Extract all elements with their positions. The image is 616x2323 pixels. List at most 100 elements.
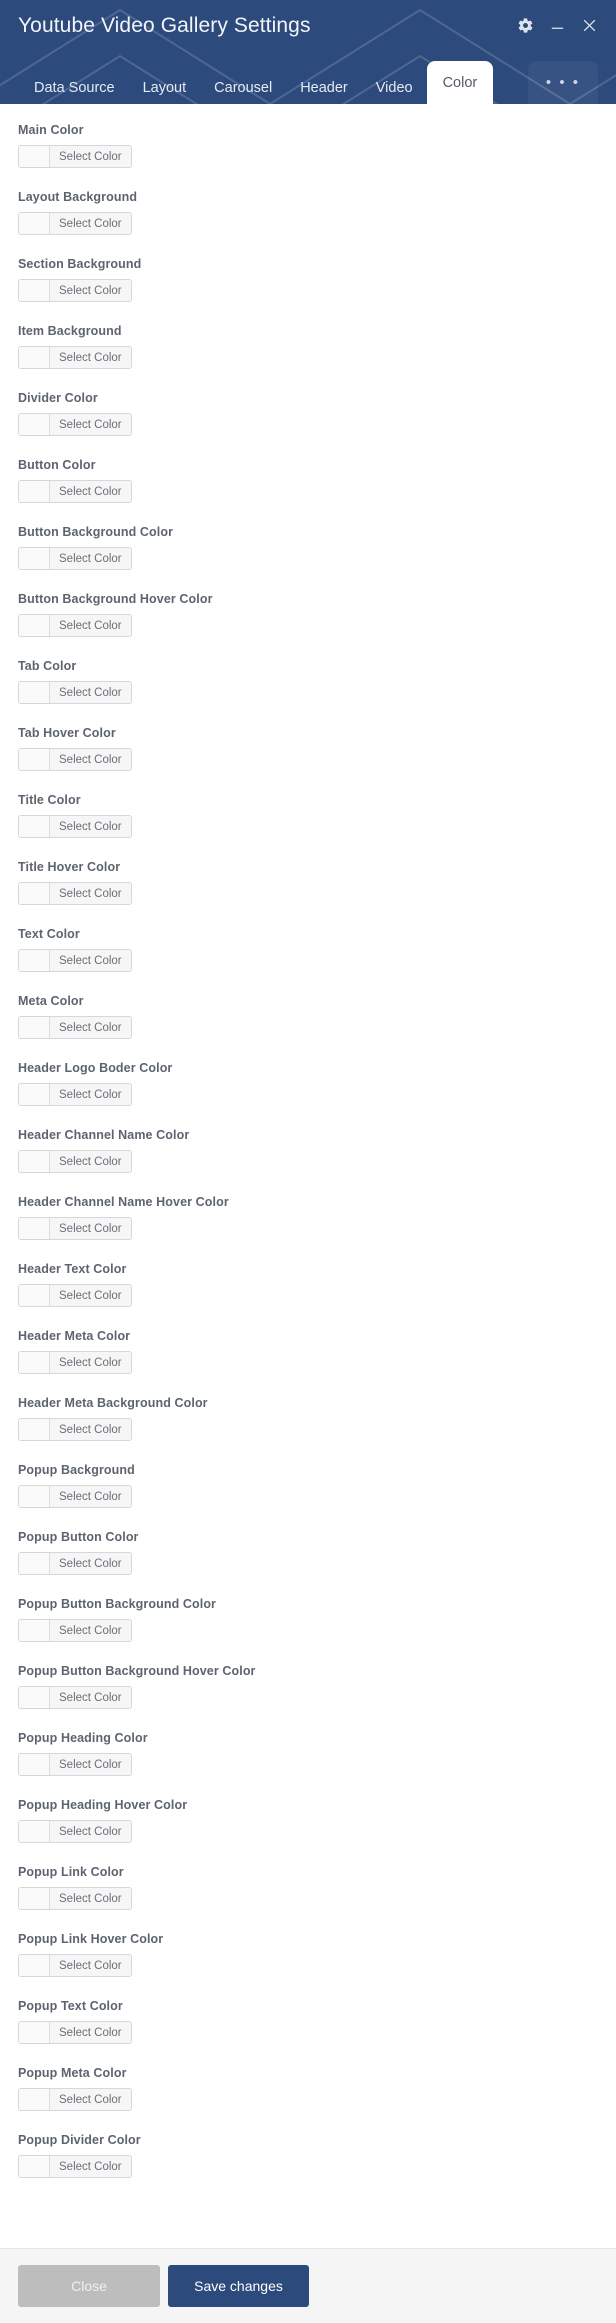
tab-layout[interactable]: Layout — [129, 70, 201, 105]
select-color-button[interactable]: Select Color — [18, 1418, 132, 1441]
color-swatch-preview[interactable] — [19, 682, 50, 703]
color-field: Popup Heading Hover Color Select Color — [0, 1797, 616, 1847]
color-swatch-preview[interactable] — [19, 481, 50, 502]
color-swatch-preview[interactable] — [19, 1620, 50, 1641]
color-field: Title Hover Color Select Color — [0, 859, 616, 909]
color-swatch-preview[interactable] — [19, 213, 50, 234]
color-field: Item Background Select Color — [0, 323, 616, 373]
select-color-button[interactable]: Select Color — [18, 681, 132, 704]
select-color-button[interactable]: Select Color — [18, 1150, 132, 1173]
select-color-button[interactable]: Select Color — [18, 882, 132, 905]
select-color-button[interactable]: Select Color — [18, 279, 132, 302]
color-field: Popup Text Color Select Color — [0, 1998, 616, 2048]
select-color-button[interactable]: Select Color — [18, 1820, 132, 1843]
color-swatch-preview[interactable] — [19, 1687, 50, 1708]
color-swatch-preview[interactable] — [19, 1151, 50, 1172]
tab-overflow-menu[interactable]: • • • — [527, 61, 598, 104]
color-swatch-preview[interactable] — [19, 1352, 50, 1373]
color-swatch-preview[interactable] — [19, 749, 50, 770]
select-color-button[interactable]: Select Color — [18, 1552, 132, 1575]
select-color-button[interactable]: Select Color — [18, 1485, 132, 1508]
color-field-label: Popup Link Color — [18, 1865, 124, 1879]
select-color-button[interactable]: Select Color — [18, 1686, 132, 1709]
select-color-button[interactable]: Select Color — [18, 346, 132, 369]
select-color-button[interactable]: Select Color — [18, 1619, 132, 1642]
select-color-label: Select Color — [50, 1754, 131, 1775]
color-field-label: Title Color — [18, 793, 81, 807]
select-color-button[interactable]: Select Color — [18, 748, 132, 771]
color-field-label: Popup Heading Hover Color — [18, 1798, 188, 1812]
color-swatch-preview[interactable] — [19, 1955, 50, 1976]
color-swatch-preview[interactable] — [19, 280, 50, 301]
select-color-button[interactable]: Select Color — [18, 2088, 132, 2111]
color-swatch-preview[interactable] — [19, 883, 50, 904]
close-icon[interactable] — [580, 16, 598, 34]
color-swatch-preview[interactable] — [19, 1486, 50, 1507]
select-color-button[interactable]: Select Color — [18, 1217, 132, 1240]
color-field-label: Divider Color — [18, 391, 98, 405]
color-field-label: Header Channel Name Hover Color — [18, 1195, 229, 1209]
color-field-label: Meta Color — [18, 994, 84, 1008]
color-swatch-preview[interactable] — [19, 2156, 50, 2177]
color-swatch-preview[interactable] — [19, 1084, 50, 1105]
save-changes-button[interactable]: Save changes — [168, 2265, 309, 2307]
select-color-button[interactable]: Select Color — [18, 480, 132, 503]
color-swatch-preview[interactable] — [19, 1553, 50, 1574]
color-field: Title Color Select Color — [0, 792, 616, 842]
color-swatch-preview[interactable] — [19, 1821, 50, 1842]
select-color-button[interactable]: Select Color — [18, 2021, 132, 2044]
select-color-button[interactable]: Select Color — [18, 547, 132, 570]
color-swatch-preview[interactable] — [19, 1888, 50, 1909]
select-color-button[interactable]: Select Color — [18, 1887, 132, 1910]
close-button[interactable]: Close — [18, 2265, 160, 2307]
select-color-button[interactable]: Select Color — [18, 1351, 132, 1374]
select-color-label: Select Color — [50, 1620, 131, 1641]
color-swatch-preview[interactable] — [19, 950, 50, 971]
select-color-button[interactable]: Select Color — [18, 1753, 132, 1776]
color-swatch-preview[interactable] — [19, 816, 50, 837]
select-color-label: Select Color — [50, 280, 131, 301]
color-field: Popup Heading Color Select Color — [0, 1730, 616, 1780]
tab-color[interactable]: Color — [426, 60, 494, 104]
header-top-bar: Youtube Video Gallery Settings — [0, 0, 616, 50]
select-color-button[interactable]: Select Color — [18, 212, 132, 235]
select-color-button[interactable]: Select Color — [18, 1083, 132, 1106]
select-color-button[interactable]: Select Color — [18, 949, 132, 972]
select-color-button[interactable]: Select Color — [18, 1016, 132, 1039]
select-color-button[interactable]: Select Color — [18, 614, 132, 637]
color-field: Popup Link Color Select Color — [0, 1864, 616, 1914]
tab-video[interactable]: Video — [362, 70, 427, 105]
select-color-label: Select Color — [50, 414, 131, 435]
select-color-button[interactable]: Select Color — [18, 1284, 132, 1307]
tab-header[interactable]: Header — [286, 70, 362, 105]
select-color-button[interactable]: Select Color — [18, 145, 132, 168]
color-swatch-preview[interactable] — [19, 414, 50, 435]
color-field: Popup Background Select Color — [0, 1462, 616, 1512]
tab-data-source[interactable]: Data Source — [20, 70, 129, 105]
color-swatch-preview[interactable] — [19, 347, 50, 368]
select-color-label: Select Color — [50, 481, 131, 502]
select-color-button[interactable]: Select Color — [18, 1954, 132, 1977]
color-swatch-preview[interactable] — [19, 1285, 50, 1306]
select-color-button[interactable]: Select Color — [18, 2155, 132, 2178]
color-swatch-preview[interactable] — [19, 1218, 50, 1239]
minimize-icon[interactable] — [548, 16, 566, 34]
color-swatch-preview[interactable] — [19, 615, 50, 636]
select-color-button[interactable]: Select Color — [18, 815, 132, 838]
color-field: Popup Divider Color Select Color — [0, 2132, 616, 2182]
select-color-label: Select Color — [50, 1419, 131, 1440]
color-swatch-preview[interactable] — [19, 1017, 50, 1038]
tab-carousel[interactable]: Carousel — [200, 70, 286, 105]
color-swatch-preview[interactable] — [19, 2089, 50, 2110]
color-field-label: Popup Text Color — [18, 1999, 123, 2013]
gear-icon[interactable] — [516, 16, 534, 34]
color-swatch-preview[interactable] — [19, 548, 50, 569]
color-swatch-preview[interactable] — [19, 1754, 50, 1775]
color-field-label: Layout Background — [18, 190, 138, 204]
color-swatch-preview[interactable] — [19, 2022, 50, 2043]
select-color-label: Select Color — [50, 146, 131, 167]
color-field-label: Header Text Color — [18, 1262, 127, 1276]
color-swatch-preview[interactable] — [19, 1419, 50, 1440]
color-swatch-preview[interactable] — [19, 146, 50, 167]
select-color-button[interactable]: Select Color — [18, 413, 132, 436]
